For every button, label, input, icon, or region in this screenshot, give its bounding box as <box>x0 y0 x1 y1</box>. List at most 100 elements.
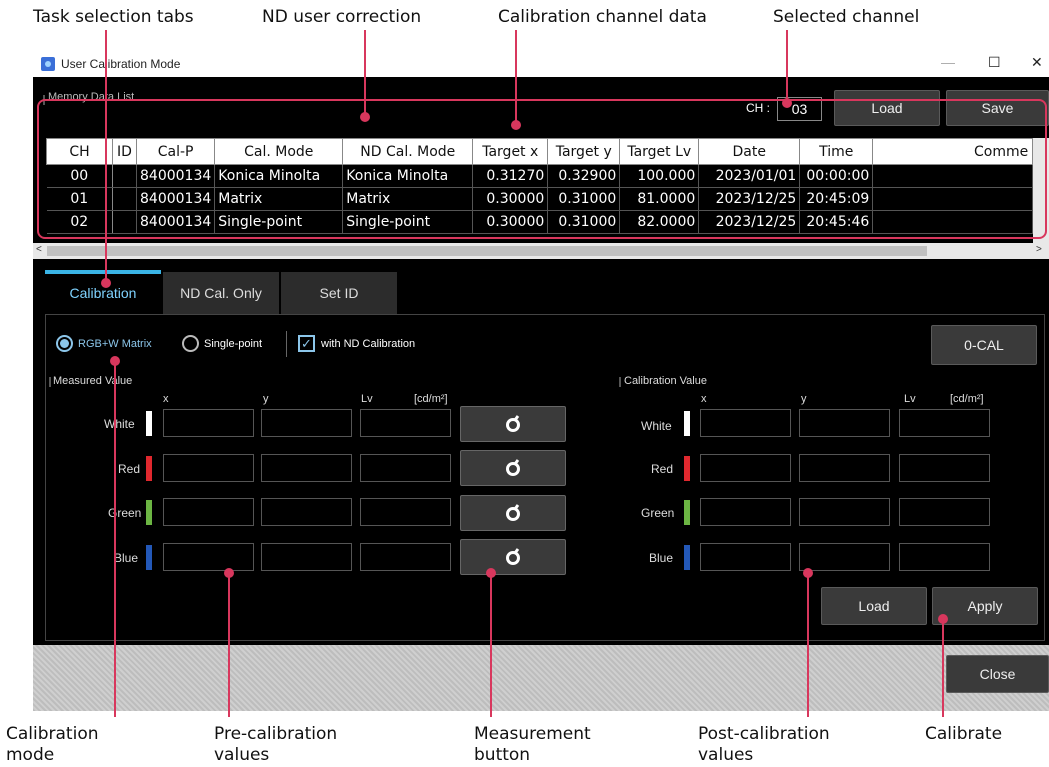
measured-green-lv <box>360 498 451 526</box>
measured-green-x <box>163 498 254 526</box>
measured-green-y <box>261 498 352 526</box>
white-swatch <box>684 411 690 436</box>
leader-selch <box>786 30 788 102</box>
measured-red-lv <box>360 454 451 482</box>
measured-white-y <box>261 409 352 437</box>
leader-calmode <box>114 362 116 717</box>
measured-red-x <box>163 454 254 482</box>
measured-col-lv: Lv <box>361 393 373 405</box>
calib-blue-label: Blue <box>649 551 674 565</box>
callout-post-cal: Post-calibration values <box>698 724 830 765</box>
scroll-left-icon[interactable]: < <box>36 244 42 255</box>
leader-tasktabs <box>105 30 107 282</box>
zero-cal-button[interactable]: 0-CAL <box>931 325 1037 365</box>
measured-red-label: Red <box>118 462 141 476</box>
callout-nd-correction: ND user correction <box>262 7 422 27</box>
leader-selch-dot <box>782 98 792 108</box>
measured-white-lv <box>360 409 451 437</box>
calib-white-y[interactable] <box>799 409 890 437</box>
single-point-radio[interactable] <box>182 335 199 352</box>
horizontal-scrollbar[interactable]: < > <box>33 243 1049 259</box>
maximize-button[interactable]: ☐ <box>988 54 1001 71</box>
measure-green-button[interactable] <box>460 495 566 531</box>
close-button[interactable]: Close <box>946 655 1049 693</box>
calib-blue-y[interactable] <box>799 543 890 571</box>
calib-white-lv[interactable] <box>899 409 990 437</box>
calib-red-x[interactable] <box>700 454 791 482</box>
measure-icon <box>506 415 520 432</box>
calib-red-lv[interactable] <box>899 454 990 482</box>
measured-group-bar <box>49 377 51 387</box>
leader-tasktabs-dot <box>101 278 111 288</box>
minimize-button[interactable]: — <box>941 54 955 70</box>
callout-measurement-button: Measurement button <box>474 724 591 765</box>
measure-icon <box>506 459 520 476</box>
leader-measure <box>490 574 492 717</box>
red-swatch <box>684 456 690 481</box>
scroll-thumb[interactable] <box>47 246 927 256</box>
calib-blue-lv[interactable] <box>899 543 990 571</box>
measured-white-label: White <box>104 417 135 431</box>
callout-selected-channel: Selected channel <box>773 7 920 27</box>
measured-col-x: x <box>163 393 169 405</box>
leader-measure-dot <box>486 568 496 578</box>
red-swatch <box>146 456 152 481</box>
measure-red-button[interactable] <box>460 450 566 486</box>
calib-col-y: y <box>801 393 807 405</box>
leader-postcal-dot <box>803 568 813 578</box>
rgbw-matrix-label[interactable]: RGB+W Matrix <box>78 338 152 350</box>
leader-precal-dot <box>224 568 234 578</box>
measure-icon <box>506 504 520 521</box>
calib-col-x: x <box>701 393 707 405</box>
calib-green-y[interactable] <box>799 498 890 526</box>
callout-calibration-mode: Calibration mode <box>6 724 99 765</box>
single-point-label[interactable]: Single-point <box>204 338 262 350</box>
measured-blue-lv <box>360 543 451 571</box>
callout-pre-cal: Pre-calibration values <box>214 724 338 765</box>
leader-nd-dot <box>360 112 370 122</box>
tab-set-id[interactable]: Set ID <box>281 272 397 314</box>
leader-calibrate <box>942 620 944 717</box>
measured-green-label: Green <box>108 506 142 520</box>
measured-blue-x <box>163 543 254 571</box>
calib-green-label: Green <box>641 506 675 520</box>
green-swatch <box>146 500 152 525</box>
measured-blue-label: Blue <box>114 551 139 565</box>
leader-chdata-dot <box>511 120 521 130</box>
window-title: User Calibration Mode <box>61 57 181 71</box>
green-swatch <box>684 500 690 525</box>
callout-task-tabs: Task selection tabs <box>33 7 194 27</box>
callout-cal-channel-data: Calibration channel data <box>498 7 707 27</box>
measured-red-y <box>261 454 352 482</box>
measured-col-unit: [cd/m²] <box>414 393 448 405</box>
measure-icon <box>506 548 520 565</box>
blue-swatch <box>684 545 690 570</box>
leader-chdata <box>515 30 517 124</box>
with-nd-checkbox[interactable]: ✓ <box>298 335 315 352</box>
tab-calibration[interactable]: Calibration <box>45 270 161 312</box>
tab-nd-cal-only[interactable]: ND Cal. Only <box>163 272 279 314</box>
close-window-button[interactable]: ✕ <box>1031 54 1043 71</box>
measured-col-y: y <box>263 393 269 405</box>
calib-load-button[interactable]: Load <box>821 587 927 625</box>
rgbw-matrix-radio[interactable] <box>56 335 73 352</box>
with-nd-label[interactable]: with ND Calibration <box>321 338 415 350</box>
calib-green-x[interactable] <box>700 498 791 526</box>
measured-white-x <box>163 409 254 437</box>
calib-red-y[interactable] <box>799 454 890 482</box>
leader-calmode-dot <box>110 356 120 366</box>
calib-blue-x[interactable] <box>700 543 791 571</box>
calib-col-unit: [cd/m²] <box>950 393 984 405</box>
scroll-right-icon[interactable]: > <box>1036 244 1042 255</box>
calib-white-x[interactable] <box>700 409 791 437</box>
leader-postcal <box>807 574 809 717</box>
calib-white-label: White <box>641 419 672 433</box>
leader-calibrate-dot <box>938 614 948 624</box>
blue-swatch <box>146 545 152 570</box>
callout-calibrate: Calibrate <box>925 724 1003 744</box>
calib-red-label: Red <box>651 462 674 476</box>
calib-green-lv[interactable] <box>899 498 990 526</box>
measure-blue-button[interactable] <box>460 539 566 575</box>
leader-precal <box>228 574 230 717</box>
measure-white-button[interactable] <box>460 406 566 442</box>
